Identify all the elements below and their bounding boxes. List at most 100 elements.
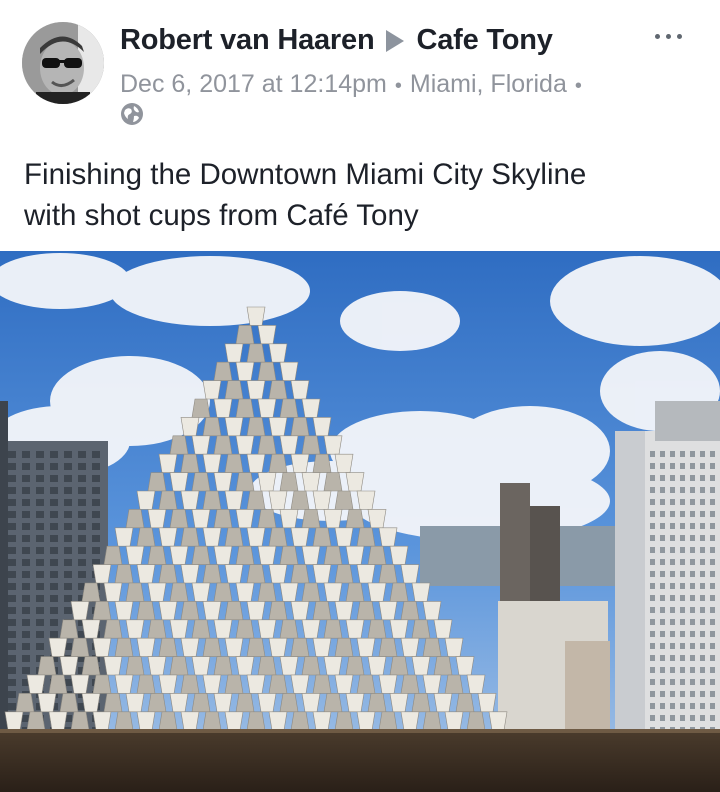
shot-cup — [202, 564, 222, 584]
shot-cup — [389, 693, 409, 713]
window-sill — [0, 731, 720, 792]
shot-cup — [433, 656, 453, 676]
window — [660, 715, 665, 721]
shot-cup — [290, 564, 310, 584]
shot-cup — [378, 637, 398, 657]
shot-cup — [301, 472, 321, 492]
shot-cup — [367, 619, 387, 639]
shot-cup — [213, 398, 233, 418]
window — [22, 451, 30, 458]
avatar-photo — [22, 22, 104, 104]
shot-cup — [147, 656, 167, 676]
shot-cup — [180, 637, 200, 657]
window — [78, 463, 86, 470]
window — [92, 547, 100, 554]
window — [680, 463, 685, 469]
window — [78, 451, 86, 458]
post-meta: Dec 6, 2017 at 12:14pm • Miami, Florida • — [120, 70, 590, 99]
post-timestamp-link[interactable]: Dec 6, 2017 at 12:14pm — [120, 70, 387, 98]
shot-cup — [268, 637, 288, 657]
window — [670, 667, 675, 673]
location-link[interactable]: Miami, Florida — [410, 70, 567, 98]
shot-cup — [213, 693, 233, 713]
shot-cup — [345, 656, 365, 676]
dot — [655, 34, 660, 39]
sill-edge — [0, 729, 720, 733]
shot-cup — [290, 490, 310, 510]
window — [650, 571, 655, 577]
shot-cup — [257, 545, 277, 565]
window — [92, 463, 100, 470]
shot-cup — [191, 509, 211, 529]
facebook-post: Robert van Haaren Cafe Tony Dec 6, 2017 … — [0, 0, 720, 792]
window — [8, 655, 16, 662]
shot-cup — [257, 509, 277, 529]
window — [64, 475, 72, 482]
shot-cup — [180, 601, 200, 621]
shot-cup — [367, 545, 387, 565]
window — [660, 691, 665, 697]
window — [22, 655, 30, 662]
shot-cup — [158, 527, 178, 547]
shot-cup — [191, 582, 211, 602]
window — [650, 595, 655, 601]
shot-cup — [466, 674, 486, 694]
window — [22, 511, 30, 518]
author-avatar[interactable] — [22, 22, 104, 104]
shot-cup — [136, 637, 156, 657]
window — [78, 559, 86, 566]
shot-cup — [477, 693, 497, 713]
shot-cup — [411, 619, 431, 639]
shot-cup — [224, 490, 244, 510]
shot-cup — [125, 509, 145, 529]
window — [36, 595, 44, 602]
window — [36, 499, 44, 506]
shot-cup — [213, 656, 233, 676]
window — [690, 463, 695, 469]
window — [680, 595, 685, 601]
window — [670, 703, 675, 709]
shot-cup — [224, 417, 244, 437]
window — [50, 607, 58, 614]
window — [50, 487, 58, 494]
window — [680, 691, 685, 697]
post-photo[interactable] — [0, 251, 720, 792]
shot-cup — [59, 693, 79, 713]
window — [92, 499, 100, 506]
window — [8, 487, 16, 494]
window — [92, 511, 100, 518]
shot-cup — [268, 601, 288, 621]
window — [710, 523, 715, 529]
window — [650, 487, 655, 493]
shot-cup — [235, 435, 255, 455]
shot-cup — [290, 674, 310, 694]
window — [50, 595, 58, 602]
shot-cup — [312, 674, 332, 694]
window — [670, 619, 675, 625]
window — [710, 475, 715, 481]
shot-cup — [279, 435, 299, 455]
shot-cup — [367, 693, 387, 713]
shot-cup — [345, 509, 365, 529]
more-options-icon[interactable] — [655, 34, 682, 39]
window — [22, 667, 30, 674]
window — [22, 631, 30, 638]
globe-icon[interactable] — [120, 102, 144, 126]
window — [670, 607, 675, 613]
shot-cup — [81, 656, 101, 676]
window — [700, 475, 705, 481]
window — [64, 559, 72, 566]
shot-cup — [367, 509, 387, 529]
window — [700, 631, 705, 637]
shot-cup — [59, 619, 79, 639]
author-name-link[interactable]: Robert van Haaren — [120, 24, 375, 57]
shot-cup — [246, 343, 266, 363]
target-page-link[interactable]: Cafe Tony — [416, 24, 552, 57]
window — [64, 487, 72, 494]
window — [680, 475, 685, 481]
shot-cup — [202, 453, 222, 473]
window — [700, 451, 705, 457]
shot-cup — [235, 509, 255, 529]
shot-cup — [103, 619, 123, 639]
window — [700, 619, 705, 625]
